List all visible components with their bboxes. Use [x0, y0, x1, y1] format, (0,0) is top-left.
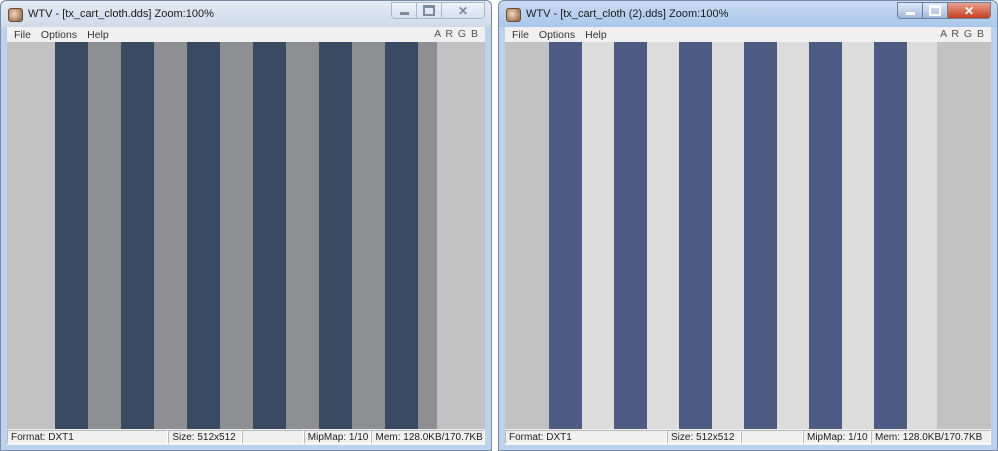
status-empty: [741, 430, 803, 444]
channel-toggles[interactable]: A R G B: [434, 28, 479, 40]
menu-options[interactable]: Options: [534, 29, 580, 41]
maximize-icon: [423, 5, 435, 16]
title-bar[interactable]: WTV - [tx_cart_cloth (2).dds] Zoom:100% …: [499, 1, 997, 27]
viewer-window-right[interactable]: WTV - [tx_cart_cloth (2).dds] Zoom:100% …: [498, 0, 998, 451]
texture-stripe: [712, 42, 744, 429]
texture-stripe: [220, 42, 253, 429]
texture-stripe: [842, 42, 874, 429]
texture-stripe: [352, 42, 385, 429]
status-format: Format: DXT1: [7, 430, 169, 444]
status-size: Size: 512x512: [667, 430, 741, 444]
texture-viewport[interactable]: [7, 42, 485, 429]
channel-toggles[interactable]: A R G B: [940, 28, 985, 40]
status-bar: Format: DXT1 Size: 512x512 MipMap: 1/10 …: [7, 429, 485, 445]
caption-buttons: ✕: [391, 2, 485, 20]
app-icon[interactable]: [8, 8, 23, 22]
status-mem: Mem: 128.0KB/170.7KB: [871, 430, 991, 444]
texture-stripe: [549, 42, 582, 429]
close-button[interactable]: ✕: [442, 2, 485, 19]
texture-stripe: [187, 42, 220, 429]
menu-bar: File Options Help A R G B: [7, 27, 485, 42]
status-mipmap: MipMap: 1/10: [803, 430, 871, 444]
menu-help[interactable]: Help: [82, 29, 114, 41]
minimize-icon: [399, 12, 409, 15]
minimize-button[interactable]: [391, 2, 417, 19]
status-mem: Mem: 128.0KB/170.7KB: [371, 430, 485, 444]
texture-stripe: [809, 42, 842, 429]
app-icon[interactable]: [506, 8, 521, 22]
maximize-button[interactable]: [417, 2, 442, 19]
texture-stripe: [744, 42, 777, 429]
status-mipmap: MipMap: 1/10: [303, 430, 372, 444]
minimize-button[interactable]: [897, 2, 923, 19]
menu-file[interactable]: File: [7, 29, 36, 41]
viewer-window-left[interactable]: WTV - [tx_cart_cloth.dds] Zoom:100% ✕ Fi…: [0, 0, 492, 451]
status-empty: [242, 430, 304, 444]
status-format: Format: DXT1: [505, 430, 667, 444]
texture-stripe: [614, 42, 647, 429]
minimize-icon: [905, 12, 915, 15]
texture-image: [549, 42, 937, 429]
texture-image: [55, 42, 437, 429]
menu-bar: File Options Help A R G B: [505, 27, 991, 42]
texture-stripe: [418, 42, 437, 429]
texture-stripe: [253, 42, 286, 429]
texture-stripe: [154, 42, 187, 429]
maximize-button[interactable]: [923, 2, 948, 19]
close-icon: ✕: [963, 3, 975, 18]
texture-stripe: [874, 42, 907, 429]
texture-stripe: [777, 42, 809, 429]
texture-stripe: [385, 42, 418, 429]
texture-stripe: [907, 42, 937, 429]
status-size: Size: 512x512: [168, 430, 243, 444]
texture-stripe: [286, 42, 319, 429]
caption-buttons: ✕: [897, 2, 991, 20]
texture-stripe: [319, 42, 352, 429]
texture-stripe: [55, 42, 88, 429]
window-title: WTV - [tx_cart_cloth (2).dds] Zoom:100%: [526, 8, 729, 20]
title-bar[interactable]: WTV - [tx_cart_cloth.dds] Zoom:100% ✕: [1, 1, 491, 27]
texture-viewport[interactable]: [505, 42, 991, 429]
texture-stripe: [582, 42, 614, 429]
menu-options[interactable]: Options: [36, 29, 82, 41]
maximize-icon: [929, 5, 941, 16]
status-bar: Format: DXT1 Size: 512x512 MipMap: 1/10 …: [505, 429, 991, 445]
texture-stripe: [679, 42, 712, 429]
close-icon: ✕: [457, 3, 469, 18]
texture-stripe: [647, 42, 679, 429]
menu-file[interactable]: File: [505, 29, 534, 41]
texture-stripe: [88, 42, 121, 429]
menu-help[interactable]: Help: [580, 29, 612, 41]
texture-stripe: [121, 42, 154, 429]
window-title: WTV - [tx_cart_cloth.dds] Zoom:100%: [28, 8, 214, 20]
close-button[interactable]: ✕: [948, 2, 991, 19]
